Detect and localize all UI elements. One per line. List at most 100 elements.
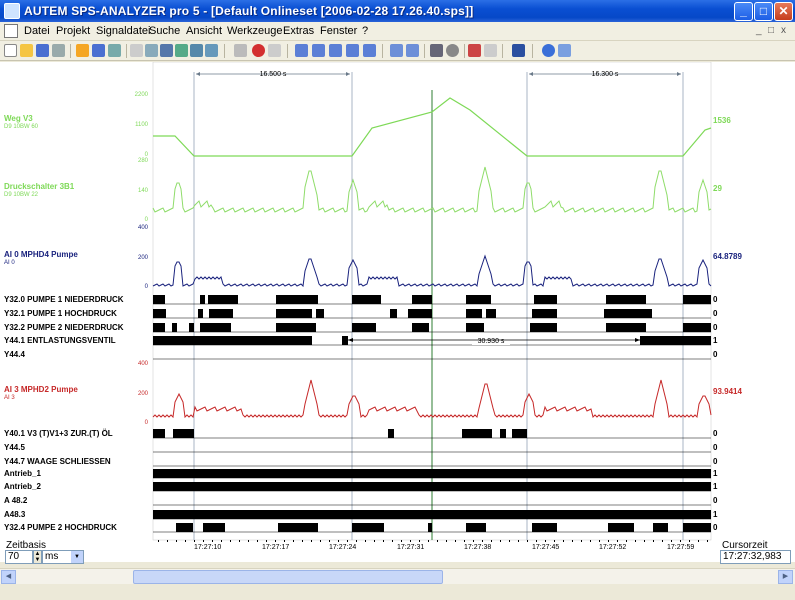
digital-signal-name[interactable]: Antrieb_1: [4, 469, 41, 478]
signal-view[interactable]: 16.500 s 16.300 s 3.413 s 3.413 s 30.930 s W…: [0, 62, 795, 562]
menu-fenster[interactable]: Fenster: [320, 25, 357, 37]
analog-signal-name[interactable]: Weg V3: [4, 114, 33, 123]
digital-signal-name[interactable]: Y32.1 PUMPE 1 HOCHDRUCK: [4, 309, 117, 318]
time-tick: [320, 540, 321, 542]
minimize-button[interactable]: _: [734, 2, 753, 21]
project-open-icon[interactable]: [76, 44, 89, 57]
digital-pulse: [352, 295, 381, 304]
digital-signal-name[interactable]: Y32.0 PUMPE 1 NIEDERDRUCK: [4, 295, 124, 304]
menu-help[interactable]: ?: [362, 25, 368, 37]
signal-plot[interactable]: 16.500 s 16.300 s 3.413 s 3.413 s 30.930 s: [0, 62, 795, 562]
filter-icon[interactable]: [190, 44, 203, 57]
time-axis-label: 17:27:10: [194, 544, 222, 551]
digital-pulse: [189, 323, 194, 332]
help-icon[interactable]: [542, 44, 555, 57]
digital-pulse: [200, 323, 231, 332]
digital-pulse: [532, 309, 557, 318]
time-tick: [401, 540, 402, 542]
analog-signal-name[interactable]: AI 3 MPHD2 Pumpe: [4, 385, 78, 394]
document-icon[interactable]: [4, 24, 18, 38]
window-tile-icon[interactable]: [406, 44, 419, 57]
digital-pulse: [604, 309, 652, 318]
cursorzeit-field: 17:27:32,983: [720, 550, 791, 564]
digital-signal-name[interactable]: A48.3: [4, 510, 25, 519]
time-tick: [311, 540, 312, 542]
time-tick: [599, 540, 600, 542]
scroll-left-icon[interactable]: ◀: [1, 570, 16, 584]
close-button[interactable]: ✕: [774, 2, 793, 21]
scroll-thumb[interactable]: [133, 570, 443, 584]
menu-werkzeuge[interactable]: Werkzeuge: [227, 25, 282, 37]
digital-signal-name[interactable]: Y32.2 PUMPE 2 NIEDERDRUCK: [4, 323, 124, 332]
chevron-down-icon[interactable]: ▼: [71, 551, 83, 563]
list-icon[interactable]: [430, 44, 443, 57]
save-icon[interactable]: [36, 44, 49, 57]
zoom-out-icon[interactable]: [312, 44, 325, 57]
menu-signaldatei[interactable]: Signaldatei: [96, 25, 150, 37]
digital-signal-name[interactable]: Y44.5: [4, 443, 25, 452]
time-tick: [284, 540, 285, 542]
time-tick: [194, 540, 195, 542]
zoom-right-icon[interactable]: [363, 44, 376, 57]
menu-projekt[interactable]: Projekt: [56, 25, 90, 37]
digital-signal-name[interactable]: Y44.4: [4, 350, 25, 359]
marker-icon[interactable]: [468, 44, 481, 57]
scroll-right-icon[interactable]: ▶: [778, 570, 793, 584]
time-tick: [491, 540, 492, 542]
record-icon[interactable]: [252, 44, 265, 57]
analog-signal-name[interactable]: AI 0 MPHD4 Pumpe: [4, 250, 78, 259]
menu-extras[interactable]: Extras: [283, 25, 314, 37]
export-exp-icon[interactable]: [160, 44, 173, 57]
analog-signal-name[interactable]: Druckschalter 3B1: [4, 182, 74, 191]
horizontal-scrollbar[interactable]: ◀ ▶: [0, 568, 795, 584]
time-tick: [707, 540, 708, 542]
digital-signal-name[interactable]: Y44.1 ENTLASTUNGSVENTIL: [4, 336, 116, 345]
zeitbasis-unit-select[interactable]: ms ▼: [42, 550, 84, 564]
digital-pulse: [640, 336, 711, 345]
digital-signal-name[interactable]: Y40.1 V3 (T)V1+3 ZUR.(T) ÖL: [4, 429, 113, 438]
find-next-icon[interactable]: [205, 44, 218, 57]
cut-icon[interactable]: [130, 44, 143, 57]
digital-signal-name[interactable]: Y44.7 WAAGE SCHLIESSEN: [4, 457, 111, 466]
time-tick: [329, 540, 330, 542]
menu-ansicht[interactable]: Ansicht: [186, 25, 222, 37]
zoom-fit-icon[interactable]: [329, 44, 342, 57]
maximize-button[interactable]: □: [754, 2, 773, 21]
zeitbasis-spinner[interactable]: ▲ ▼: [33, 550, 42, 564]
print-icon[interactable]: [52, 44, 65, 57]
time-tick: [509, 540, 510, 542]
marker-clear-icon[interactable]: [484, 44, 497, 57]
mdi-minimize-button[interactable]: _: [756, 25, 762, 36]
copy-icon[interactable]: [145, 44, 158, 57]
search-icon[interactable]: [175, 44, 188, 57]
time-axis-label: 17:27:17: [262, 544, 290, 551]
stop-icon[interactable]: [268, 44, 281, 57]
open-folder-icon[interactable]: [20, 44, 33, 57]
digital-pulse: [466, 309, 482, 318]
time-tick: [671, 540, 672, 542]
digital-signal-name[interactable]: A 48.2: [4, 496, 27, 505]
zeitbasis-input[interactable]: 70: [5, 550, 33, 564]
window-cascade-icon[interactable]: [390, 44, 403, 57]
time-tick: [158, 540, 159, 542]
digital-signal-name[interactable]: Antrieb_2: [4, 482, 41, 491]
time-tick: [644, 540, 645, 542]
new-file-icon[interactable]: [4, 44, 17, 57]
analog-signal-value: 64.8789: [713, 252, 742, 261]
digital-pulse: [153, 510, 711, 519]
edit-icon[interactable]: [234, 44, 247, 57]
context-help-icon[interactable]: [558, 44, 571, 57]
zoom-left-icon[interactable]: [346, 44, 359, 57]
digital-signal-name[interactable]: Y32.4 PUMPE 2 HOCHDRUCK: [4, 523, 117, 532]
project-save-icon[interactable]: [92, 44, 105, 57]
panel-icon[interactable]: [512, 44, 525, 57]
project-export-icon[interactable]: [108, 44, 121, 57]
clock-icon[interactable]: [446, 44, 459, 57]
time-tick: [428, 540, 429, 542]
menu-suche[interactable]: Suche: [149, 25, 180, 37]
mdi-close-button[interactable]: x: [781, 25, 786, 36]
zoom-in-icon[interactable]: [295, 44, 308, 57]
menu-datei[interactable]: Datei: [24, 25, 50, 37]
time-axis-label: 17:27:24: [329, 544, 357, 551]
mdi-restore-button[interactable]: □: [768, 25, 774, 36]
